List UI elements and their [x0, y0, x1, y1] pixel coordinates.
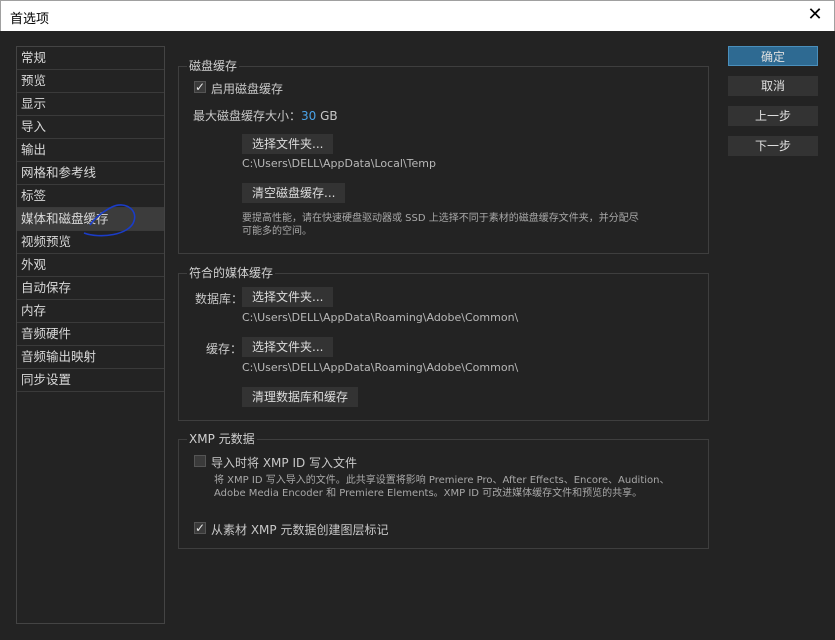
sidebar-item-label: 媒体和磁盘缓存 [21, 211, 109, 226]
xmp-note: 将 XMP ID 写入导入的文件。此共享设置将影响 Premiere Pro、A… [214, 474, 670, 500]
enable-disk-cache-checkbox[interactable]: ✓ [194, 81, 206, 93]
disk-cache-note-line1: 要提高性能，请在快速硬盘驱动器或 SSD 上选择不同于素材的磁盘缓存文件夹，并分… [242, 213, 639, 224]
database-label: 数据库： [195, 292, 244, 306]
database-choose-folder-button[interactable]: 选择文件夹... [242, 287, 334, 307]
cancel-button[interactable]: 取消 [728, 76, 818, 96]
media-cache-title: 符合的媒体缓存 [187, 264, 276, 281]
sidebar-item-general[interactable]: 常规 [17, 47, 164, 70]
max-disk-cache-size: 最大磁盘缓存大小：30 GB [193, 107, 338, 124]
sidebar-item-audio-output-mapping[interactable]: 音频输出映射 [17, 346, 164, 369]
sidebar-item-video-preview[interactable]: 视频预览 [17, 231, 164, 254]
sidebar-item-preview[interactable]: 预览 [17, 70, 164, 93]
close-icon[interactable]: ✕ [804, 4, 826, 26]
sidebar-item-memory[interactable]: 内存 [17, 300, 164, 323]
window-title: 首选项 [10, 12, 50, 27]
write-xmp-id-label: 导入时将 XMP ID 写入文件 [211, 456, 358, 470]
sidebar-item-auto-save[interactable]: 自动保存 [17, 277, 164, 300]
max-size-label: 最大磁盘缓存大小： [193, 109, 302, 123]
xmp-note-line1: 将 XMP ID 写入导入的文件。此共享设置将影响 Premiere Pro、A… [214, 475, 670, 486]
prev-button[interactable]: 上一步 [728, 106, 818, 126]
disk-cache-title: 磁盘缓存 [187, 57, 240, 74]
sidebar-item-appearance[interactable]: 外观 [17, 254, 164, 277]
database-path: C:\Users\DELL\AppData\Roaming\Adobe\Comm… [242, 311, 519, 324]
create-markers-label: 从素材 XMP 元数据创建图层标记 [211, 523, 389, 537]
sidebar-item-labels[interactable]: 标签 [17, 185, 164, 208]
max-size-value[interactable]: 30 [301, 109, 316, 123]
write-xmp-id-checkbox[interactable] [194, 455, 206, 467]
clear-disk-cache-button[interactable]: 清空磁盘缓存... [242, 183, 346, 203]
disk-cache-note: 要提高性能，请在快速硬盘驱动器或 SSD 上选择不同于素材的磁盘缓存文件夹，并分… [242, 212, 639, 238]
sidebar-item-grids-guides[interactable]: 网格和参考线 [17, 162, 164, 185]
disk-cache-choose-folder-button[interactable]: 选择文件夹... [242, 134, 334, 154]
disk-cache-path: C:\Users\DELL\AppData\Local\Temp [242, 157, 436, 170]
enable-disk-cache-label: 启用磁盘缓存 [211, 82, 284, 96]
sidebar-item-media-disk-cache[interactable]: 媒体和磁盘缓存 [17, 204, 164, 237]
xmp-metadata-title: XMP 元数据 [187, 430, 257, 447]
xmp-note-line2: Adobe Media Encoder 和 Premiere Elements。… [214, 488, 643, 499]
disk-cache-note-line2: 可能多的空间。 [242, 226, 312, 237]
cache-label: 缓存： [206, 342, 243, 356]
clean-database-cache-button[interactable]: 清理数据库和缓存 [242, 387, 359, 407]
cache-path: C:\Users\DELL\AppData\Roaming\Adobe\Comm… [242, 361, 519, 374]
sidebar-item-display[interactable]: 显示 [17, 93, 164, 116]
ok-button[interactable]: 确定 [728, 46, 818, 66]
create-markers-checkbox[interactable]: ✓ [194, 522, 206, 534]
cache-choose-folder-button[interactable]: 选择文件夹... [242, 337, 334, 357]
preferences-sidebar: 常规 预览 显示 导入 输出 网格和参考线 标签 媒体和磁盘缓存 视频预览 外观… [16, 46, 165, 624]
sidebar-item-sync-settings[interactable]: 同步设置 [17, 369, 164, 392]
max-size-unit: GB [320, 109, 338, 123]
sidebar-item-output[interactable]: 输出 [17, 139, 164, 162]
sidebar-item-import[interactable]: 导入 [17, 116, 164, 139]
checkmark-icon: ✓ [195, 80, 206, 94]
checkmark-icon: ✓ [195, 521, 206, 535]
next-button[interactable]: 下一步 [728, 136, 818, 156]
sidebar-item-audio-hardware[interactable]: 音频硬件 [17, 323, 164, 346]
title-bar: 首选项 ✕ [0, 0, 835, 31]
